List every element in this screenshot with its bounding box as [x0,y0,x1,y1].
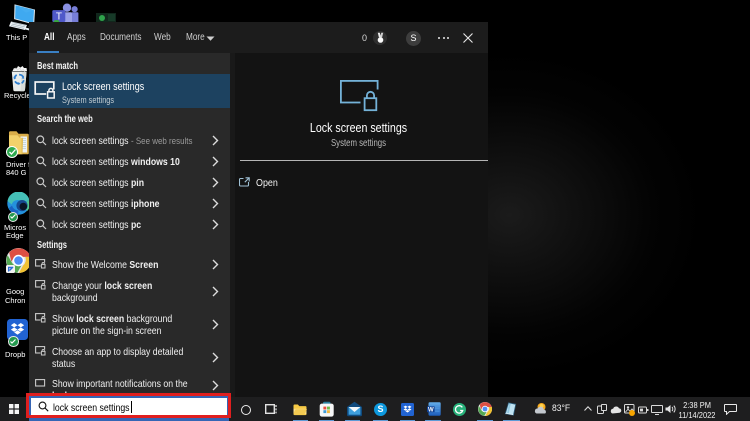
svg-text:W: W [428,407,434,413]
